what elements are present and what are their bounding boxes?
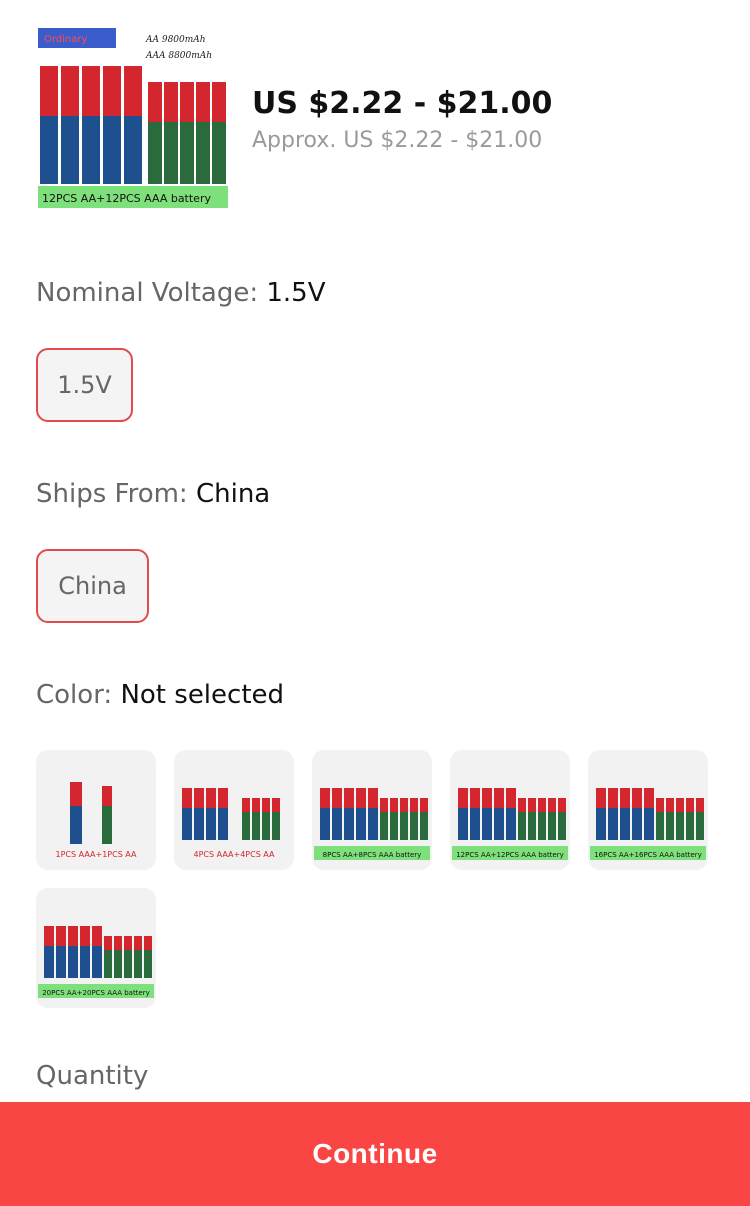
color-selected-value: Not selected (120, 680, 285, 710)
aa-battery-cap-mark (356, 788, 366, 808)
thumb-brand: Ordinary (44, 34, 88, 45)
aa-battery-cap-mark (470, 788, 480, 808)
aaa-battery-cap-mark (272, 798, 280, 812)
aa-battery-cap-mark (70, 782, 82, 806)
svg-text:AA 9800mAh: AA 9800mAh (145, 35, 206, 45)
swatch-caption: 4PCS AAA+4PCS AA (194, 850, 276, 859)
swatch-image: 16PCS AA+16PCS AAA battery (590, 788, 706, 860)
color-swatch[interactable]: 20PCS AA+20PCS AAA battery (36, 888, 156, 1008)
aaa-battery-cap-mark (676, 798, 684, 812)
voltage-option-chip[interactable]: 1.5V (36, 348, 133, 422)
product-thumbnail[interactable]: Ordinary AA 9800mAh AAA 8800mAh 12PCS AA… (36, 26, 230, 212)
aaa-battery-cap-mark (538, 798, 546, 812)
aaa-battery-cap-mark (114, 936, 122, 950)
color-swatch[interactable]: 4PCS AAA+4PCS AA (174, 750, 294, 870)
ships-from-label: Ships From: China (36, 479, 271, 509)
aa-battery-cap-mark (320, 788, 330, 808)
aaa-battery-cap-mark (410, 798, 418, 812)
swatch-caption: 20PCS AA+20PCS AAA battery (42, 989, 150, 997)
color-swatch[interactable]: 1PCS AAA+1PCS AA (36, 750, 156, 870)
aa-battery-cap-mark (206, 788, 216, 808)
aaa-battery-cap-mark (548, 798, 556, 812)
aa-battery-cap-mark (218, 788, 228, 808)
aa-battery-cap-mark (494, 788, 504, 808)
aa-battery-cap-mark (482, 788, 492, 808)
price-block: US $2.22 - $21.00 Approx. US $2.22 - $21… (252, 84, 552, 158)
thumb-caption: 12PCS AA+12PCS AAA battery (42, 192, 211, 205)
product-header: Ordinary AA 9800mAh AAA 8800mAh 12PCS AA… (36, 26, 716, 216)
svg-text:AAA 8800mAh: AAA 8800mAh (145, 51, 212, 61)
aaa-battery-cap-mark (102, 786, 112, 806)
aa-battery-cap-mark (632, 788, 642, 808)
aaa-battery-cap-mark (124, 936, 132, 950)
approx-price: Approx. US $2.22 - $21.00 (252, 128, 543, 153)
ships-from-option-chip[interactable]: China (36, 549, 149, 623)
voltage-label: Nominal Voltage: 1.5V (36, 278, 326, 308)
aa-battery-cap-mark (506, 788, 516, 808)
aaa-battery-cap-mark (252, 798, 260, 812)
swatch-image: 12PCS AA+12PCS AAA battery (452, 788, 568, 860)
continue-button[interactable]: Continue (0, 1102, 750, 1206)
swatch-image: 1PCS AAA+1PCS AA (56, 782, 138, 859)
aa-battery-cap-mark (182, 788, 192, 808)
aa-battery-cap-mark (608, 788, 618, 808)
swatch-caption: 8PCS AA+8PCS AAA battery (323, 851, 422, 859)
aaa-battery-cap-mark (400, 798, 408, 812)
aaa-battery-cap-mark (696, 798, 704, 812)
aa-battery-cap-mark (332, 788, 342, 808)
aaa-battery-cap-mark (134, 936, 142, 950)
swatch-image: 20PCS AA+20PCS AAA battery (38, 926, 154, 998)
swatch-image: 4PCS AAA+4PCS AA (182, 788, 280, 859)
voltage-selected-value: 1.5V (266, 278, 326, 308)
aa-battery-cap-mark (56, 926, 66, 946)
aa-battery-cap-mark (596, 788, 606, 808)
aaa-battery-cap-mark (104, 936, 112, 950)
swatch-caption: 1PCS AAA+1PCS AA (56, 850, 138, 859)
aa-battery-cap-mark (620, 788, 630, 808)
aa-battery-cap-mark (368, 788, 378, 808)
swatch-caption: 16PCS AA+16PCS AAA battery (594, 851, 702, 859)
aaa-battery-cap-mark (528, 798, 536, 812)
color-swatch[interactable]: 8PCS AA+8PCS AAA battery (312, 750, 432, 870)
aaa-battery-cap-mark (262, 798, 270, 812)
color-swatch[interactable]: 16PCS AA+16PCS AAA battery (588, 750, 708, 870)
aa-battery-cap-mark (80, 926, 90, 946)
aaa-battery-cap-mark (144, 936, 152, 950)
aaa-battery-cap-mark (390, 798, 398, 812)
swatch-image: 8PCS AA+8PCS AAA battery (314, 788, 430, 860)
aaa-battery-cap-mark (666, 798, 674, 812)
aaa-battery-cap-mark (380, 798, 388, 812)
color-label: Color: Not selected (36, 680, 285, 710)
aa-battery-cap-mark (92, 926, 102, 946)
aa-battery-cap-mark (644, 788, 654, 808)
aaa-battery-cap-mark (656, 798, 664, 812)
aa-battery-cap-mark (344, 788, 354, 808)
price-range: US $2.22 - $21.00 (252, 86, 553, 121)
aaa-battery-cap-mark (242, 798, 250, 812)
aaa-battery-cap-mark (518, 798, 526, 812)
aa-battery-cap-mark (68, 926, 78, 946)
aa-battery-cap-mark (458, 788, 468, 808)
ships-from-selected-value: China (195, 479, 271, 509)
aaa-battery-cap-mark (558, 798, 566, 812)
aaa-battery-cap-mark (686, 798, 694, 812)
swatch-caption: 12PCS AA+12PCS AAA battery (456, 851, 564, 859)
aa-battery-cap-mark (194, 788, 204, 808)
aaa-battery-cap-mark (420, 798, 428, 812)
aa-battery-cap-mark (44, 926, 54, 946)
quantity-label: Quantity (36, 1061, 149, 1091)
color-swatch[interactable]: 12PCS AA+12PCS AAA battery (450, 750, 570, 870)
